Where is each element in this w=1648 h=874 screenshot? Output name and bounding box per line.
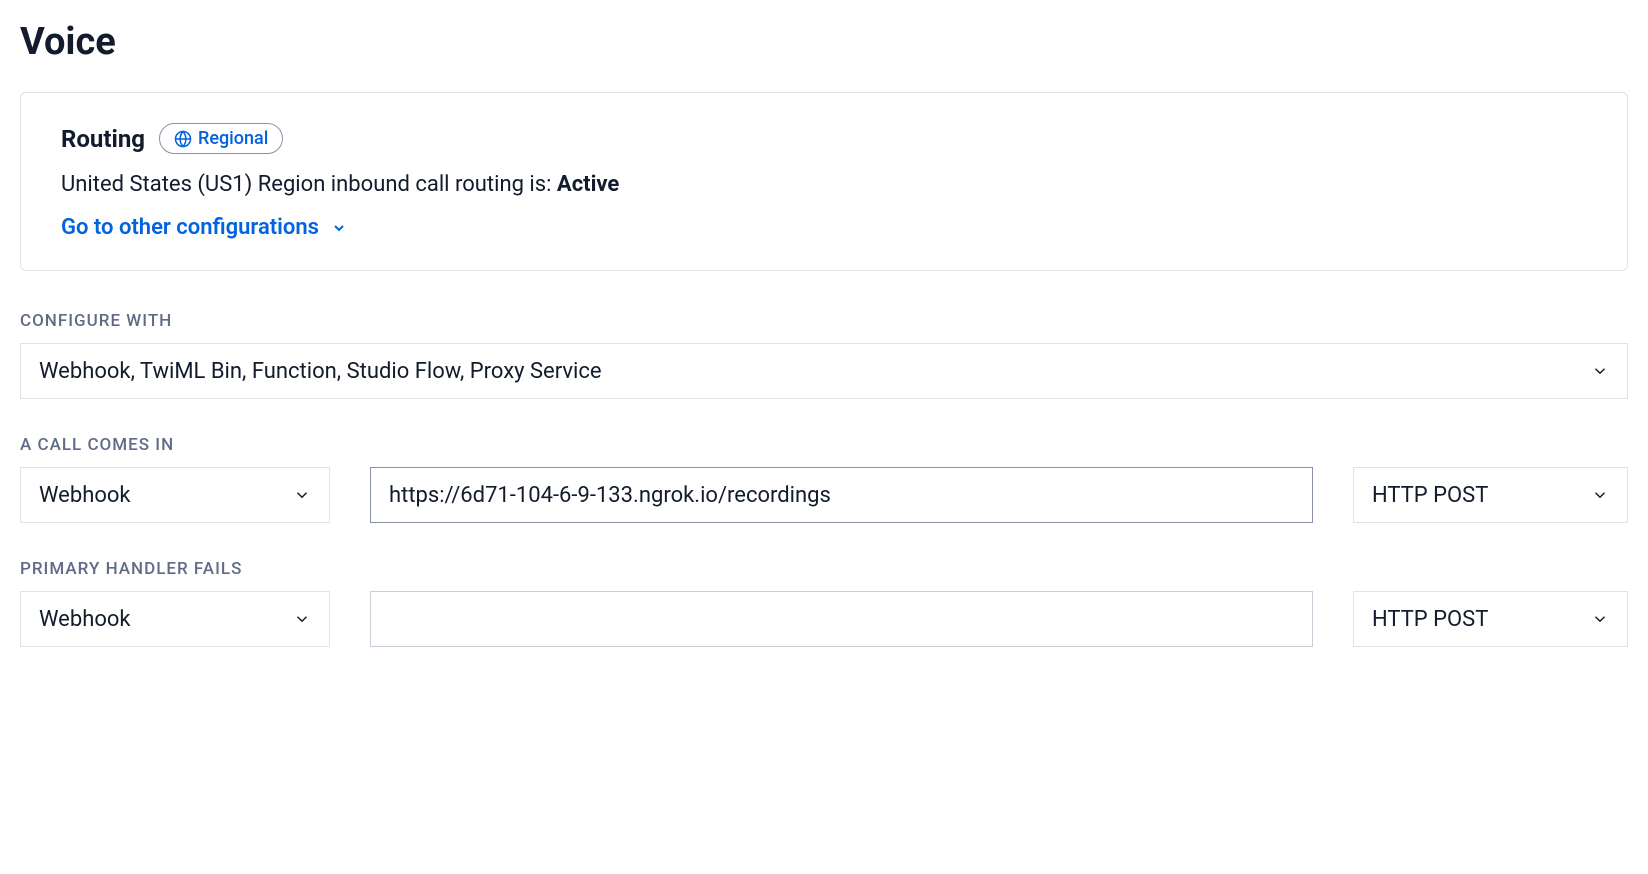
other-configurations-link[interactable]: Go to other configurations: [61, 215, 347, 240]
routing-card: Routing Regional United States (US1) Reg…: [20, 92, 1628, 271]
primary-handler-type-value: Webhook: [39, 607, 131, 632]
other-configurations-label: Go to other configurations: [61, 215, 319, 240]
routing-title: Routing: [61, 125, 145, 153]
chevron-down-icon: [293, 486, 311, 504]
call-comes-in-type-value: Webhook: [39, 483, 131, 508]
routing-status: United States (US1) Region inbound call …: [61, 172, 1587, 197]
routing-status-value: Active: [557, 172, 619, 197]
configure-with-label: CONFIGURE WITH: [20, 311, 1628, 331]
chevron-down-icon: [293, 610, 311, 628]
call-comes-in-method-value: HTTP POST: [1372, 483, 1488, 508]
chevron-down-icon: [1591, 362, 1609, 380]
primary-handler-method-select[interactable]: HTTP POST: [1353, 591, 1628, 647]
configure-with-value: Webhook, TwiML Bin, Function, Studio Flo…: [39, 359, 602, 384]
routing-status-prefix: United States (US1) Region inbound call …: [61, 172, 557, 197]
regional-badge-label: Regional: [198, 128, 268, 149]
call-comes-in-method-select[interactable]: HTTP POST: [1353, 467, 1628, 523]
regional-badge[interactable]: Regional: [159, 123, 283, 154]
chevron-down-icon: [331, 220, 347, 236]
chevron-down-icon: [1591, 610, 1609, 628]
call-comes-in-url-input[interactable]: [370, 467, 1313, 523]
call-comes-in-label: A CALL COMES IN: [20, 435, 1628, 455]
primary-handler-url-input[interactable]: [370, 591, 1313, 647]
call-comes-in-row: Webhook HTTP POST: [20, 467, 1628, 523]
primary-handler-fails-row: Webhook HTTP POST: [20, 591, 1628, 647]
chevron-down-icon: [1591, 486, 1609, 504]
primary-handler-type-select[interactable]: Webhook: [20, 591, 330, 647]
call-comes-in-type-select[interactable]: Webhook: [20, 467, 330, 523]
primary-handler-fails-label: PRIMARY HANDLER FAILS: [20, 559, 1628, 579]
primary-handler-method-value: HTTP POST: [1372, 607, 1488, 632]
configure-with-select[interactable]: Webhook, TwiML Bin, Function, Studio Flo…: [20, 343, 1628, 399]
globe-icon: [174, 130, 192, 148]
page-title: Voice: [20, 20, 1628, 64]
routing-header: Routing Regional: [61, 123, 1587, 154]
